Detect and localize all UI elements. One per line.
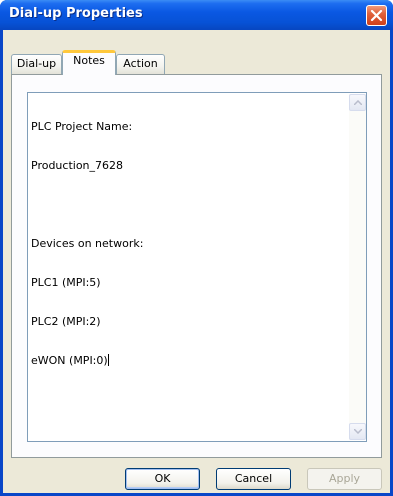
vertical-scrollbar[interactable] — [349, 94, 366, 440]
arrow-down-icon — [354, 429, 362, 434]
scroll-down-button[interactable] — [349, 423, 366, 440]
scroll-up-button[interactable] — [349, 94, 366, 111]
apply-button[interactable]: Apply — [307, 468, 382, 490]
arrow-up-icon — [354, 100, 362, 105]
notes-line: eWON (MPI:0) — [31, 354, 108, 367]
cancel-button[interactable]: Cancel — [216, 468, 291, 490]
tab-action[interactable]: Action — [116, 54, 165, 74]
notes-line: PLC Project Name: — [31, 120, 133, 133]
close-button[interactable] — [366, 5, 387, 26]
notes-line-last: eWON (MPI:0) — [31, 354, 347, 367]
title-bar[interactable]: Dial-up Properties — [0, 0, 393, 30]
ok-button[interactable]: OK — [125, 468, 200, 490]
notes-text: PLC Project Name: Production_7628 Device… — [31, 94, 347, 393]
notes-line: Devices on network: — [31, 237, 144, 250]
dialog-body: Dial-up Notes Action PLC Project Name: P… — [3, 30, 390, 493]
tab-dialup[interactable]: Dial-up — [11, 54, 62, 74]
notes-line: Production_7628 — [31, 159, 124, 172]
notes-line: PLC1 (MPI:5) — [31, 276, 101, 289]
dialog-window: Dial-up Properties Dial-up Notes Action … — [0, 0, 393, 496]
notes-line — [31, 198, 347, 211]
window-title: Dial-up Properties — [9, 6, 143, 21]
notes-tab-panel: PLC Project Name: Production_7628 Device… — [11, 74, 382, 458]
close-icon — [370, 9, 383, 22]
notes-textarea[interactable]: PLC Project Name: Production_7628 Device… — [27, 92, 367, 442]
notes-line: PLC2 (MPI:2) — [31, 315, 101, 328]
text-caret — [107, 354, 109, 366]
tab-notes[interactable]: Notes — [62, 50, 116, 75]
